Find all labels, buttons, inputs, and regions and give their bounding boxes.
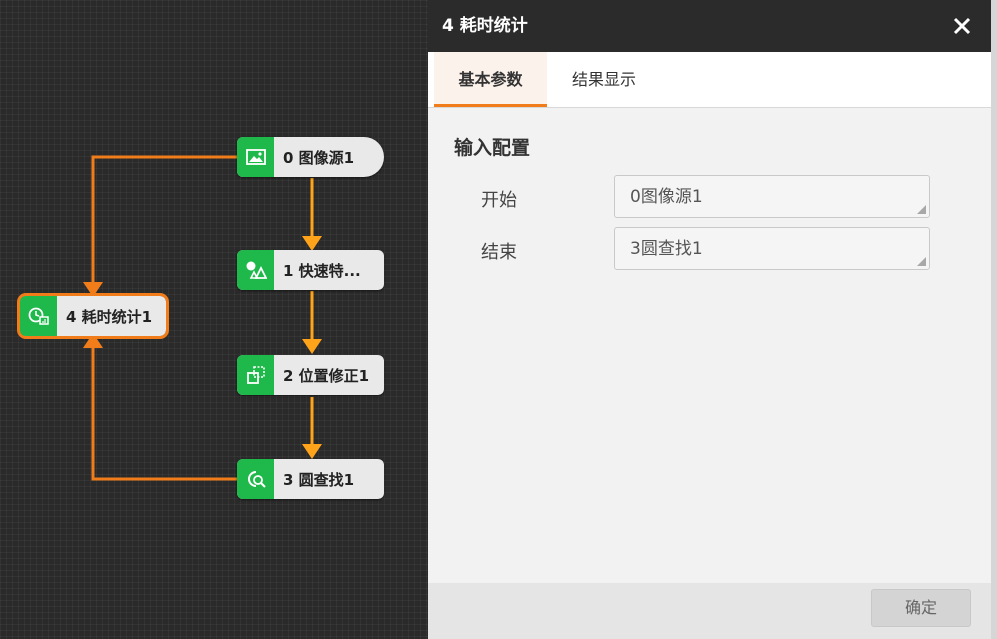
timer-stat-icon	[20, 296, 57, 336]
position-correction-icon	[237, 355, 274, 395]
node-label: 2 位置修正1	[283, 366, 370, 385]
node-timer-stat[interactable]: 4 耗时统计1	[17, 293, 169, 339]
resize-corner-icon	[917, 257, 926, 266]
flow-arrow-2-3-icon	[302, 444, 322, 459]
flow-arrow-1-2-icon	[302, 339, 322, 354]
tab-basic-params[interactable]: 基本参数	[434, 52, 547, 107]
node-circle-find[interactable]: 3 圆查找1	[237, 459, 384, 499]
node-fast-feature-match[interactable]: 1 快速特...	[237, 250, 384, 290]
start-select[interactable]: 0图像源1	[614, 175, 930, 218]
loop-arrow-down-icon	[83, 282, 103, 297]
loop-connector-start	[91, 155, 240, 284]
node-label: 3 圆查找1	[283, 470, 355, 489]
node-label: 1 快速特...	[283, 261, 361, 280]
start-select-value: 0图像源1	[630, 187, 703, 207]
start-label: 开始	[481, 190, 517, 211]
parameter-panel: 4 耗时统计 基本参数 结果显示 输入配置 开始 0图像源1 结束 3圆查找1 …	[428, 0, 997, 639]
panel-titlebar: 4 耗时统计	[428, 0, 991, 52]
flow-arrow-0-1-icon	[302, 236, 322, 251]
end-select[interactable]: 3圆查找1	[614, 227, 930, 270]
node-image-source[interactable]: 0 图像源1	[237, 137, 384, 177]
loop-connector-end	[91, 346, 240, 481]
panel-footer: 确定	[428, 583, 991, 639]
end-label: 结束	[481, 242, 517, 263]
node-label: 0 图像源1	[283, 148, 355, 167]
node-position-correction[interactable]: 2 位置修正1	[237, 355, 384, 395]
close-icon[interactable]	[947, 11, 977, 41]
circle-find-icon	[237, 459, 274, 499]
scrollbar[interactable]	[991, 0, 997, 639]
resize-corner-icon	[917, 205, 926, 214]
confirm-button[interactable]: 确定	[871, 589, 971, 627]
node-label: 4 耗时统计1	[66, 307, 153, 326]
section-title: 输入配置	[454, 137, 531, 159]
flow-canvas[interactable]: 0 图像源1 1 快速特... 2 位置修正1 3 圆查找1 4 耗时统计1	[0, 0, 428, 639]
panel-title: 4 耗时统计	[442, 16, 528, 36]
end-select-value: 3圆查找1	[630, 239, 703, 259]
image-icon	[237, 137, 274, 177]
tab-bar: 基本参数 结果显示	[428, 52, 991, 108]
feature-match-icon	[237, 250, 274, 290]
tab-result-display[interactable]: 结果显示	[554, 52, 654, 107]
